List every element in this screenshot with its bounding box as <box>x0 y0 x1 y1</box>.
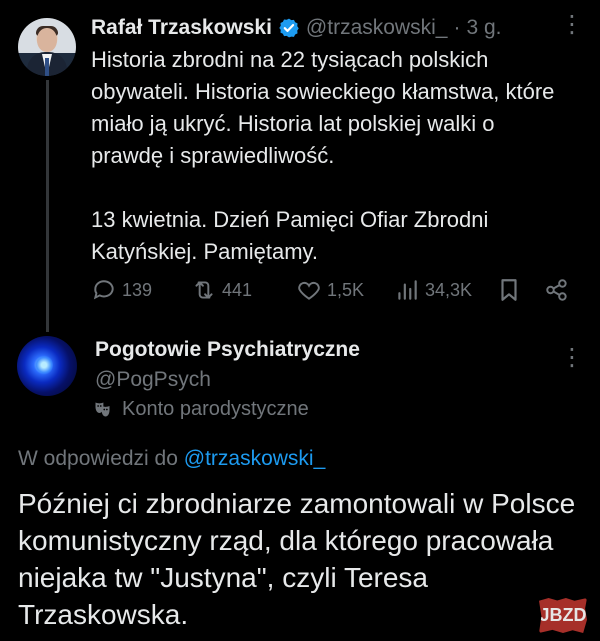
author-handle[interactable]: @PogPsych <box>95 368 211 392</box>
like-count: 1,5K <box>327 279 365 300</box>
avatar-glow <box>35 355 53 375</box>
bookmark-icon <box>501 279 517 301</box>
tweet-actions: 139 441 1,5K 34,3K <box>91 277 581 307</box>
more-options-icon[interactable]: ⋮ <box>560 346 584 370</box>
tweet-header: Rafał Trzaskowski @trzaskowski_ · 3 g. <box>91 14 581 42</box>
avatar[interactable] <box>18 18 76 76</box>
reply-icon <box>93 280 114 300</box>
author-name[interactable]: Pogotowie Psychiatryczne <box>95 338 360 362</box>
reply-count: 139 <box>122 279 153 300</box>
tweet-text: Historia zbrodni na 22 tysiącach polskic… <box>91 47 555 264</box>
watermark-label: JBZD <box>539 605 587 625</box>
reply-text: Później ci zbrodniarze zamontowali w Pol… <box>18 488 576 630</box>
site-watermark: JBZD <box>539 598 587 633</box>
author-name[interactable]: Rafał Trzaskowski <box>91 16 272 40</box>
theater-masks-icon <box>95 402 110 417</box>
repost-icon <box>195 281 213 299</box>
share-button[interactable] <box>544 277 570 303</box>
views-icon <box>398 280 417 300</box>
repost-count: 441 <box>222 279 253 300</box>
time-separator: · <box>453 16 461 39</box>
views-button[interactable]: 34,3K <box>394 277 472 303</box>
avatar[interactable] <box>17 336 77 396</box>
reply-button[interactable]: 139 <box>91 277 152 303</box>
thread-line <box>46 80 49 332</box>
reply-prefix: W odpowiedzi do <box>18 447 178 470</box>
bookmark-button[interactable] <box>496 277 522 303</box>
reply-handle-link[interactable]: @trzaskowski_ <box>184 447 326 470</box>
tweet-time[interactable]: 3 g. <box>466 16 501 40</box>
author-handle[interactable]: @trzaskowski_ <box>306 16 448 40</box>
avatar-face <box>37 28 57 52</box>
share-icon <box>546 279 567 301</box>
repost-button[interactable]: 441 <box>191 277 252 303</box>
heart-icon <box>298 281 320 300</box>
avatar-tie <box>45 58 49 76</box>
view-count: 34,3K <box>425 279 473 300</box>
more-options-icon[interactable]: ⋮ <box>560 13 584 37</box>
parody-account-label: Konto parodystyczne <box>92 398 309 421</box>
verified-badge-icon <box>279 18 299 38</box>
reply-context: W odpowiedzi do @trzaskowski_ <box>18 447 325 471</box>
like-button[interactable]: 1,5K <box>296 277 364 303</box>
parody-account-text: Konto parodystyczne <box>122 398 309 420</box>
